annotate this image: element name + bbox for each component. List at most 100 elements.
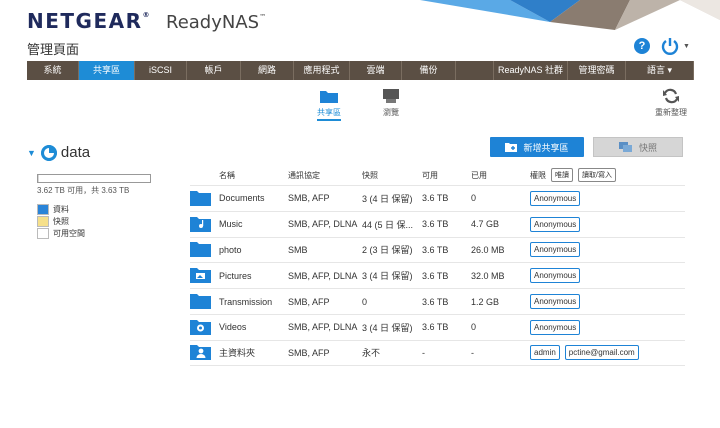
nav-item-8	[456, 61, 494, 80]
table-row[interactable]: Transmission SMB, AFP 0 3.6 TB 1.2 GB Anonymo…	[190, 288, 685, 314]
share-protocol: SMB, AFP	[288, 347, 330, 358]
legend-item: 可用空間	[37, 227, 85, 239]
music-folder-icon	[190, 216, 211, 232]
col-snapshot[interactable]: 快照	[362, 170, 422, 181]
share-name[interactable]: Transmission	[219, 297, 288, 307]
table-row[interactable]: Videos SMB, AFP, DLNA 3 (4 日 保留) 3.6 TB 0 Ano…	[190, 313, 685, 340]
nav-item-7[interactable]: 備份	[402, 61, 456, 80]
permission-chip[interactable]: pctine@gmail.com	[564, 345, 639, 361]
col-protocol[interactable]: 通訊協定	[288, 170, 362, 181]
share-available: 3.6 TB	[422, 219, 449, 230]
share-available: 3.6 TB	[422, 296, 449, 307]
share-used: 0	[471, 322, 477, 333]
share-snapshot: 3 (4 日 保留)	[362, 193, 413, 204]
permission-chip[interactable]: admin	[530, 345, 560, 361]
share-name[interactable]: photo	[219, 245, 288, 255]
snapshot-icon	[618, 142, 632, 152]
permission-chip[interactable]: Anonymous	[530, 294, 581, 310]
share-protocol: SMB, AFP, DLNA	[288, 270, 358, 281]
share-available: -	[422, 347, 425, 358]
share-used: -	[471, 347, 474, 358]
share-permissions: Anonymous	[530, 319, 685, 335]
share-name[interactable]: Music	[219, 219, 288, 229]
share-name[interactable]: Pictures	[219, 271, 288, 281]
share-used: 26.0 MB	[471, 244, 505, 255]
nav-item-11[interactable]: 語言 ▾	[626, 61, 694, 80]
refresh-button[interactable]: 重新整理	[646, 88, 696, 118]
table-row[interactable]: Music SMB, AFP, DLNA 44 (5 日 保... 3.6 TB 4.7…	[190, 210, 685, 237]
share-used: 0	[471, 193, 477, 204]
nav-item-9[interactable]: ReadyNAS 社群	[494, 61, 568, 80]
capacity-legend: 資料 快照 可用空間	[37, 203, 85, 239]
pictures-folder-icon	[190, 268, 211, 284]
share-available: 3.6 TB	[422, 244, 449, 255]
share-permissions: Anonymous	[530, 294, 685, 310]
banner-graphic	[420, 0, 720, 30]
share-available: 3.6 TB	[422, 270, 449, 281]
table-row[interactable]: photo SMB 2 (3 日 保留) 3.6 TB 26.0 MB Anonymous	[190, 236, 685, 263]
share-protocol: SMB, AFP	[288, 296, 330, 307]
shares-table: 名稱 通訊協定 快照 可用 已用 權限 唯讀 讀取/寫入 Documents SM…	[190, 165, 685, 366]
subtabs: 共享區 瀏覽 重新整理	[0, 88, 720, 122]
permission-chip[interactable]: Anonymous	[530, 319, 581, 335]
col-used[interactable]: 已用	[471, 170, 530, 181]
refresh-icon	[663, 88, 679, 104]
share-protocol: SMB, AFP, DLNA	[288, 322, 358, 333]
share-name[interactable]: 主資料夾	[219, 346, 288, 359]
nav-item-3[interactable]: 帳戶	[187, 61, 241, 80]
share-used: 1.2 GB	[471, 296, 500, 307]
share-snapshot: 3 (4 日 保留)	[362, 271, 413, 282]
volume-name: data	[60, 144, 91, 161]
tab-shares[interactable]: 共享區	[304, 88, 354, 121]
share-permissions: Anonymous	[530, 190, 685, 206]
snapshot-button[interactable]: 快照	[593, 137, 683, 157]
video-folder-icon	[190, 319, 211, 335]
table-row[interactable]: Documents SMB, AFP 3 (4 日 保留) 3.6 TB 0 Anonym…	[190, 185, 685, 211]
share-available: 3.6 TB	[422, 322, 449, 333]
volume-icon	[40, 144, 57, 161]
share-protocol: SMB	[288, 244, 308, 255]
share-used: 32.0 MB	[471, 270, 505, 281]
expand-caret-icon[interactable]: ▼	[27, 148, 36, 158]
share-permissions: Anonymous	[530, 216, 685, 232]
chevron-down-icon[interactable]: ▼	[683, 43, 690, 50]
share-permissions: Anonymous	[530, 268, 685, 284]
folder-icon	[190, 294, 211, 310]
nav-item-4[interactable]: 網路	[241, 61, 294, 80]
capacity-text: 3.62 TB 可用，共 3.63 TB	[37, 186, 130, 195]
nav-item-5[interactable]: 應用程式	[294, 61, 350, 80]
legend-label: 快照	[53, 216, 69, 226]
power-icon[interactable]	[660, 36, 680, 56]
browse-icon	[383, 89, 399, 103]
col-available[interactable]: 可用	[422, 170, 471, 181]
folder-icon	[190, 242, 211, 258]
new-share-button[interactable]: 新增共享區	[490, 137, 584, 157]
volume-header[interactable]: ▼ data	[27, 144, 90, 161]
table-row[interactable]: Pictures SMB, AFP, DLNA 3 (4 日 保留) 3.6 TB 32…	[190, 262, 685, 288]
legend-item: 資料	[37, 203, 85, 215]
legend-swatch	[37, 227, 49, 239]
permission-chip[interactable]: Anonymous	[530, 190, 581, 206]
permission-chip[interactable]: Anonymous	[530, 268, 581, 284]
share-name[interactable]: Videos	[219, 322, 288, 332]
share-permissions: Anonymous	[530, 242, 685, 258]
col-name[interactable]: 名稱	[219, 170, 288, 181]
help-icon[interactable]: ?	[634, 38, 650, 54]
share-name[interactable]: Documents	[219, 193, 288, 203]
col-permission: 權限 唯讀 讀取/寫入	[530, 168, 685, 182]
permission-chip[interactable]: Anonymous	[530, 216, 581, 232]
table-row[interactable]: 主資料夾 SMB, AFP 永不 - - admin pctine@gmail.com	[190, 339, 685, 366]
nav-item-6[interactable]: 雲端	[350, 61, 402, 80]
nav-item-0[interactable]: 系統	[27, 61, 79, 80]
folder-icon	[320, 91, 338, 103]
nav-item-10[interactable]: 管理密碼	[568, 61, 626, 80]
nav-item-2[interactable]: iSCSI	[135, 61, 187, 80]
brand-logo: NETGEAR®	[27, 9, 151, 33]
permission-chip[interactable]: Anonymous	[530, 242, 581, 258]
page-title: 管理頁面	[27, 42, 80, 57]
share-available: 3.6 TB	[422, 193, 449, 204]
nav-item-1[interactable]: 共享區	[79, 61, 135, 80]
table-header: 名稱 通訊協定 快照 可用 已用 權限 唯讀 讀取/寫入	[190, 165, 685, 185]
tab-browse[interactable]: 瀏覽	[366, 88, 416, 118]
home-folder-icon	[190, 345, 211, 361]
